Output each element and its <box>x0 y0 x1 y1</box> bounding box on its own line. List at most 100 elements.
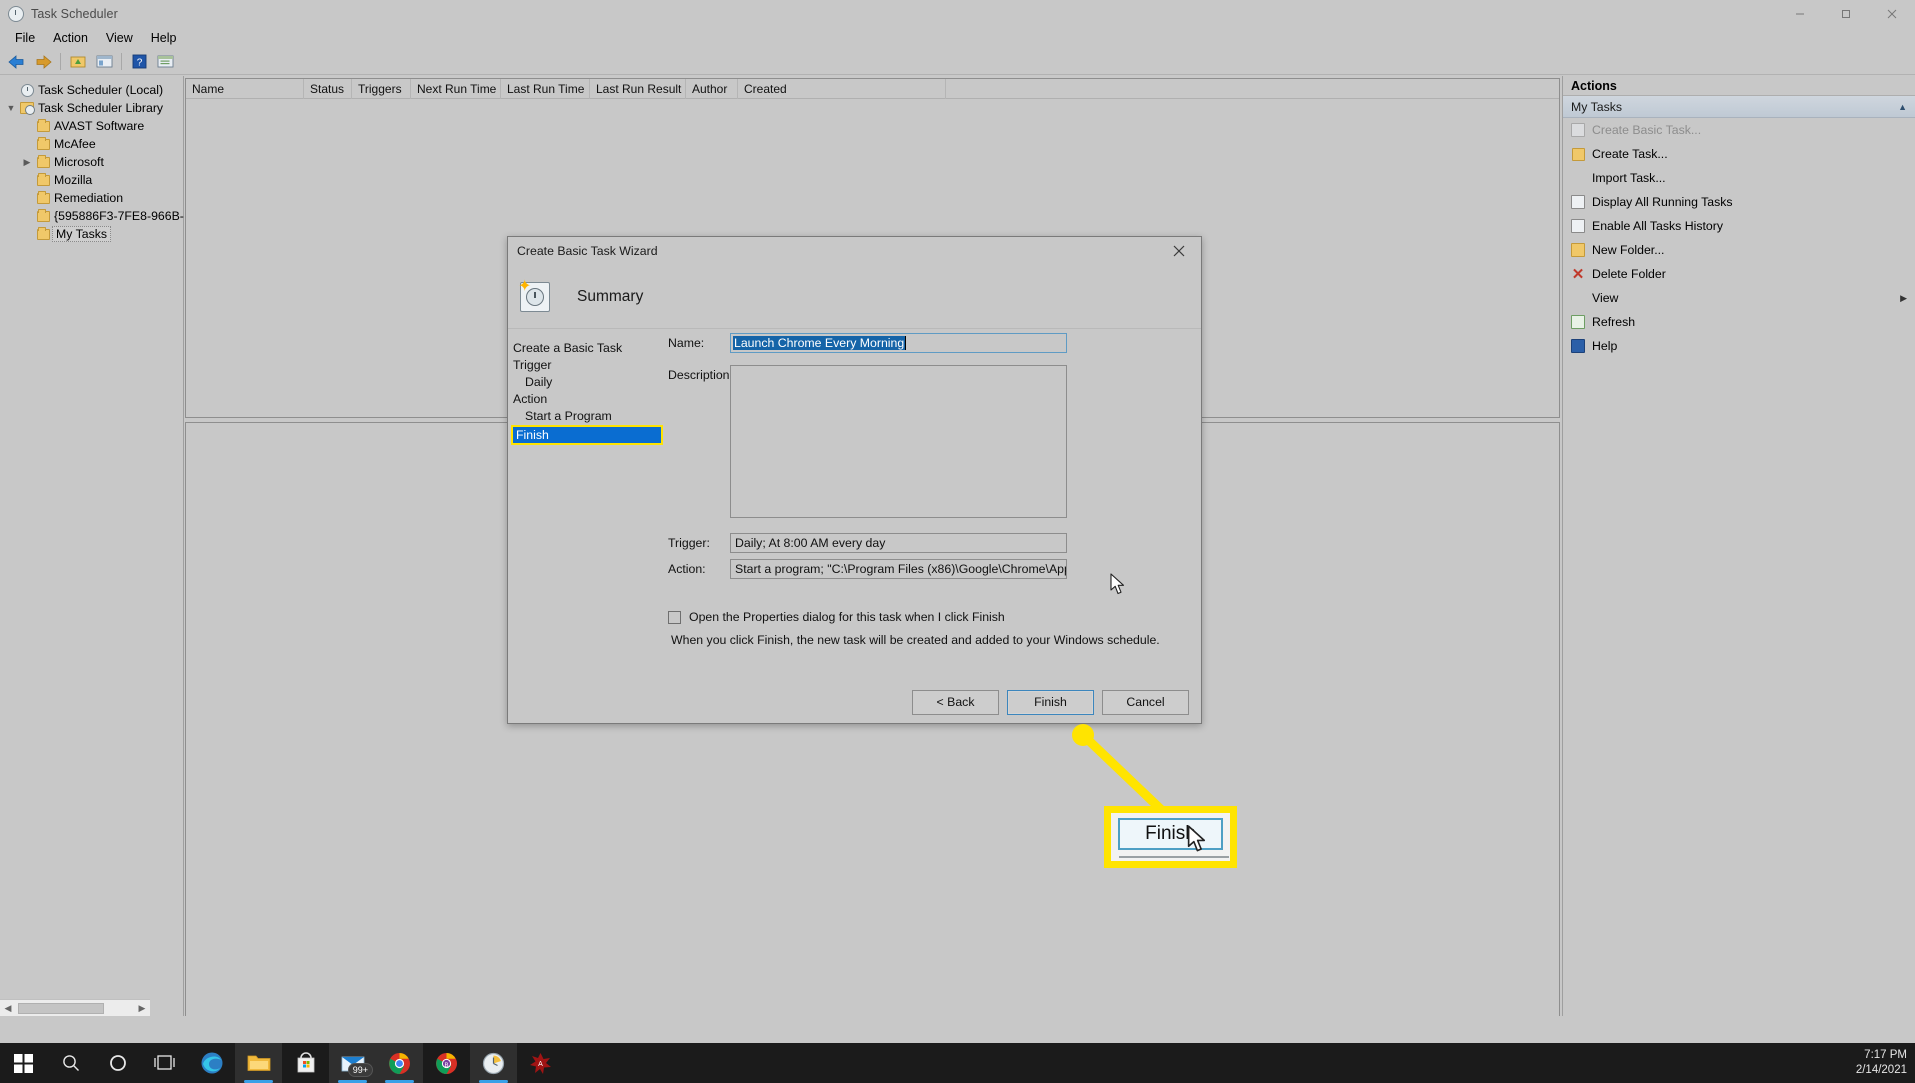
tree-node-mozilla[interactable]: Mozilla <box>0 171 183 189</box>
tree-node-avast-software[interactable]: AVAST Software <box>0 117 183 135</box>
start-button[interactable] <box>0 1043 47 1083</box>
system-tray-clock[interactable]: 7:17 PM 2/14/2021 <box>1856 1043 1907 1083</box>
running-tasks-icon <box>1567 195 1589 209</box>
action-enable-all-tasks-history[interactable]: Enable All Tasks History <box>1563 214 1915 238</box>
tree-horizontal-scrollbar[interactable]: ◀ ▶ <box>0 999 150 1016</box>
tree-node-label: McAfee <box>54 137 96 151</box>
chevron-down-icon[interactable]: ▼ <box>4 103 18 113</box>
action-delete-folder[interactable]: ✕ Delete Folder <box>1563 262 1915 286</box>
column-last-run-result[interactable]: Last Run Result <box>590 78 686 99</box>
step-finish[interactable]: Finish <box>513 426 661 443</box>
tree-node-label: Mozilla <box>54 173 93 187</box>
show-hide-console-tree-icon[interactable] <box>93 51 115 73</box>
dialog-footer: < Back Finish Cancel <box>508 681 1201 723</box>
column-last-run-time[interactable]: Last Run Time <box>501 78 590 99</box>
screen: Task Scheduler File Action View Help ? T… <box>0 0 1915 1083</box>
chrome-button[interactable] <box>376 1043 423 1083</box>
forward-arrow-icon[interactable] <box>32 51 54 73</box>
menu-view[interactable]: View <box>97 29 142 47</box>
toolbar: ? <box>0 49 1915 75</box>
actions-group-header[interactable]: My Tasks ▲ <box>1563 96 1915 118</box>
properties-icon[interactable] <box>154 51 176 73</box>
name-field-row: Name: Launch Chrome Every Morning <box>668 333 1198 353</box>
chrome-beta-button[interactable]: B <box>423 1043 470 1083</box>
chevron-right-icon[interactable]: ▶ <box>20 157 34 168</box>
cortana-button[interactable] <box>94 1043 141 1083</box>
tree-node-label: Microsoft <box>54 155 104 169</box>
name-input[interactable]: Launch Chrome Every Morning <box>730 333 1067 353</box>
cancel-button[interactable]: Cancel <box>1102 689 1189 715</box>
column-name[interactable]: Name <box>186 78 304 99</box>
menu-file[interactable]: File <box>6 29 44 47</box>
action-create-basic-task[interactable]: Create Basic Task... <box>1563 118 1915 142</box>
callout-finish-button[interactable]: Finish <box>1118 818 1223 850</box>
search-button[interactable] <box>47 1043 94 1083</box>
scroll-right-arrow-icon[interactable]: ▶ <box>134 1000 150 1017</box>
microsoft-store-button[interactable] <box>282 1043 329 1083</box>
description-input[interactable] <box>730 365 1067 518</box>
column-triggers[interactable]: Triggers <box>352 78 411 99</box>
task-view-button[interactable] <box>141 1043 188 1083</box>
help-icon[interactable]: ? <box>128 51 150 73</box>
close-icon[interactable] <box>1869 0 1915 27</box>
action-label: Enable All Tasks History <box>1592 219 1723 233</box>
action-import-task[interactable]: Import Task... <box>1563 166 1915 190</box>
summary-fields: Name: Launch Chrome Every Morning Descri… <box>668 333 1198 585</box>
close-icon[interactable] <box>1157 237 1201 265</box>
dialog-header-title: Summary <box>577 287 644 305</box>
tree-node-microsoft[interactable]: ▶ Microsoft <box>0 153 183 171</box>
tree-node-task-scheduler-library[interactable]: ▼ Task Scheduler Library <box>0 99 183 117</box>
minimize-icon[interactable] <box>1777 0 1823 27</box>
window-titlebar: Task Scheduler <box>0 0 1915 27</box>
tree-node-label: Remediation <box>54 191 124 205</box>
tree-node-task-scheduler-local[interactable]: Task Scheduler (Local) <box>0 81 183 99</box>
action-refresh[interactable]: Refresh <box>1563 310 1915 334</box>
tree-node-label: {595886F3-7FE8-966B- <box>54 209 184 223</box>
action-new-folder[interactable]: New Folder... <box>1563 238 1915 262</box>
step-finish-highlight: Finish <box>511 424 663 445</box>
up-folder-icon[interactable] <box>67 51 89 73</box>
chevron-right-icon[interactable]: ▶ <box>1900 293 1907 304</box>
new-folder-icon <box>1567 243 1589 257</box>
column-next-run-time[interactable]: Next Run Time <box>411 78 501 99</box>
tree-node-label: Task Scheduler Library <box>38 101 164 115</box>
tree-node-guid-folder[interactable]: {595886F3-7FE8-966B- <box>0 207 184 225</box>
create-basic-task-icon <box>1567 123 1589 137</box>
chevron-up-icon[interactable]: ▲ <box>1898 102 1907 112</box>
file-explorer-button[interactable] <box>235 1043 282 1083</box>
action-display-all-running-tasks[interactable]: Display All Running Tasks <box>1563 190 1915 214</box>
open-properties-checkbox[interactable] <box>668 610 681 624</box>
finish-button[interactable]: Finish <box>1007 689 1094 715</box>
step-label: Daily <box>525 374 553 389</box>
action-value: Start a program; "C:\Program Files (x86)… <box>730 559 1067 579</box>
tree-node-my-tasks[interactable]: My Tasks <box>0 225 183 243</box>
step-label: Finish <box>516 427 549 442</box>
folder-icon <box>34 226 52 240</box>
open-properties-option-row[interactable]: Open the Properties dialog for this task… <box>668 610 1005 624</box>
column-created[interactable]: Created <box>738 78 946 99</box>
task-scheduler-button[interactable] <box>470 1043 517 1083</box>
app-button[interactable]: A <box>517 1043 564 1083</box>
mail-button[interactable]: 99+ <box>329 1043 376 1083</box>
action-view[interactable]: View ▶ <box>1563 286 1915 310</box>
column-author[interactable]: Author <box>686 78 738 99</box>
edge-button[interactable] <box>188 1043 235 1083</box>
back-button[interactable]: < Back <box>912 689 999 715</box>
action-label: Action: <box>668 562 706 576</box>
tree-node-remediation[interactable]: Remediation <box>0 189 183 207</box>
scrollbar-thumb[interactable] <box>18 1002 104 1014</box>
trigger-value: Daily; At 8:00 AM every day <box>730 533 1067 553</box>
clock-icon <box>18 83 36 97</box>
description-label: Description: <box>668 368 733 382</box>
maximize-icon[interactable] <box>1823 0 1869 27</box>
menu-help[interactable]: Help <box>142 29 186 47</box>
action-help[interactable]: Help <box>1563 334 1915 358</box>
actions-pane: Actions My Tasks ▲ Create Basic Task... … <box>1562 76 1915 1016</box>
column-status[interactable]: Status <box>304 78 352 99</box>
action-create-task[interactable]: Create Task... <box>1563 142 1915 166</box>
action-label: View <box>1592 291 1619 305</box>
menu-action[interactable]: Action <box>44 29 97 47</box>
scroll-left-arrow-icon[interactable]: ◀ <box>0 1000 16 1017</box>
tree-node-mcafee[interactable]: McAfee <box>0 135 183 153</box>
back-arrow-icon[interactable] <box>6 51 28 73</box>
